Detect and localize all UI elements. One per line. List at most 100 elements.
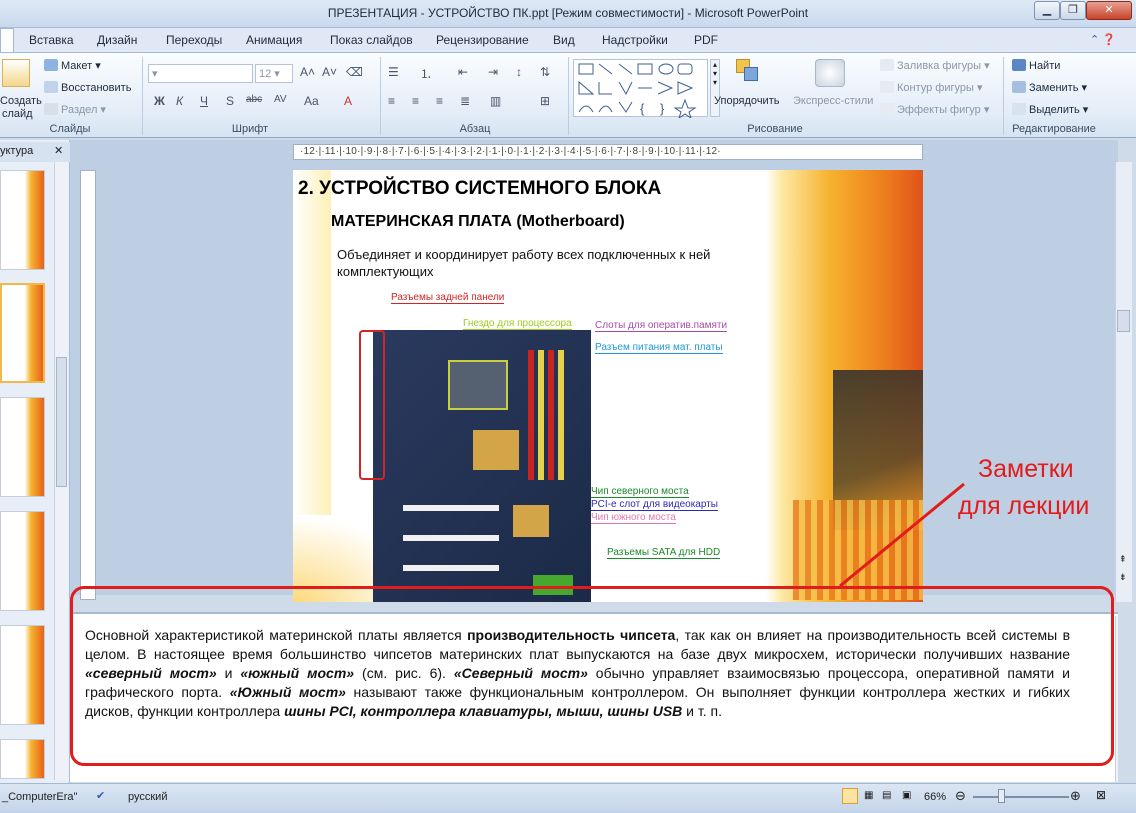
slide-thumbnail[interactable]: [0, 397, 45, 497]
quick-styles-icon[interactable]: [815, 59, 845, 87]
select-button[interactable]: Выделить ▾: [1012, 103, 1088, 116]
bullets-icon[interactable]: ☰: [388, 65, 399, 79]
strikethrough-button[interactable]: abc: [246, 94, 262, 105]
text-direction-icon[interactable]: ⇅: [540, 65, 550, 79]
section-label: Раздел: [61, 104, 98, 116]
tab-insert[interactable]: Вставка: [29, 33, 74, 47]
motherboard-image: [359, 330, 591, 602]
grow-font-icon[interactable]: A˄: [300, 65, 315, 79]
tab-design[interactable]: Дизайн: [97, 33, 137, 47]
tab-home[interactable]: [0, 28, 14, 52]
quick-styles-button[interactable]: Экспресс-стили: [793, 95, 873, 107]
tab-slideshow[interactable]: Показ слайдов: [330, 33, 413, 47]
replace-button[interactable]: Заменить ▾: [1012, 81, 1087, 94]
shrink-font-icon[interactable]: A˅: [322, 65, 337, 79]
select-label: Выделить: [1029, 104, 1080, 116]
indent-icon[interactable]: ⇤: [458, 65, 468, 79]
outline-tab[interactable]: уктура: [0, 145, 33, 157]
justify-icon[interactable]: ≣: [460, 94, 470, 108]
tab-animation[interactable]: Анимация: [246, 33, 302, 47]
tab-review[interactable]: Рецензирование: [436, 33, 529, 47]
slide-thumbnail[interactable]: [0, 170, 45, 270]
slide-scroll-thumb[interactable]: [1117, 310, 1130, 332]
language-indicator[interactable]: русский: [128, 791, 167, 803]
shadow-button[interactable]: S: [226, 94, 234, 108]
zoom-slider-thumb[interactable]: [998, 789, 1005, 803]
shape-fill-button[interactable]: Заливка фигуры ▾: [880, 59, 990, 72]
restore-button[interactable]: ❐: [1060, 1, 1086, 20]
tab-view[interactable]: Вид: [553, 33, 575, 47]
reading-view-icon[interactable]: ▤: [882, 790, 891, 801]
slide-thumbnail[interactable]: [0, 511, 45, 611]
arrange-icon[interactable]: [734, 59, 764, 87]
arrange-button[interactable]: Упорядочить: [714, 95, 779, 107]
new-slide-button[interactable]: Создать: [0, 95, 42, 107]
slide-canvas[interactable]: 2. УСТРОЙСТВО СИСТЕМНОГО БЛОКА МАТЕРИНСК…: [293, 170, 923, 602]
layout-button[interactable]: Макет ▾: [44, 59, 101, 72]
new-slide-icon[interactable]: [2, 59, 30, 87]
new-slide-label[interactable]: слайд: [2, 108, 33, 120]
align-left-icon[interactable]: ≡: [388, 94, 395, 108]
help-icon[interactable]: ⌃ ❓: [1090, 33, 1116, 46]
slideshow-view-icon[interactable]: ▣: [902, 790, 911, 801]
find-button[interactable]: Найти: [1012, 59, 1060, 72]
font-color-button[interactable]: A: [344, 94, 352, 108]
close-button[interactable]: ✕: [1086, 1, 1132, 20]
font-name-combo[interactable]: ▾: [148, 64, 253, 83]
line-spacing-icon[interactable]: ↕: [516, 65, 522, 79]
section-button[interactable]: Раздел ▾: [44, 103, 106, 116]
zoom-level[interactable]: 66%: [924, 791, 946, 803]
cpu-socket: [448, 360, 508, 410]
callout-rear-panel: Разъемы задней панели: [391, 292, 505, 304]
minimize-button[interactable]: ▁: [1034, 1, 1060, 20]
smartart-icon[interactable]: ⊞: [540, 94, 550, 108]
reset-button[interactable]: Восстановить: [44, 81, 131, 94]
case-button[interactable]: Aa: [304, 94, 319, 108]
panel-scroll-thumb[interactable]: [56, 357, 67, 487]
heading-text: УСТРОЙСТВО СИСТЕМНОГО БЛОКА: [319, 178, 662, 199]
shape-effects-label: Эффекты фигур: [897, 104, 981, 116]
layout-label: Макет: [61, 60, 93, 72]
next-slide-icon[interactable]: ⇟: [1119, 572, 1127, 583]
editing-group-label: Редактирование: [1012, 123, 1096, 135]
clear-format-icon[interactable]: ⌫: [346, 65, 363, 79]
tab-pdf[interactable]: PDF: [694, 33, 718, 47]
slide-thumbnail-selected[interactable]: [0, 283, 45, 383]
fit-to-window-icon[interactable]: ⊠: [1096, 788, 1106, 802]
numbering-icon[interactable]: ⒈: [420, 65, 432, 82]
callout-northbridge: Чип северного моста: [591, 486, 689, 498]
zoom-in-icon[interactable]: ⊕: [1070, 788, 1081, 804]
prev-slide-icon[interactable]: ⇞: [1119, 554, 1127, 565]
tab-addins[interactable]: Надстройки: [602, 33, 668, 47]
ram-slot: [538, 350, 544, 480]
callout-southbridge: Чип южного моста: [591, 512, 676, 524]
spellcheck-icon[interactable]: ✔: [96, 789, 105, 802]
shapes-gallery[interactable]: { }: [573, 59, 708, 120]
gallery-scroll[interactable]: ▴ ▾ ▾: [710, 59, 720, 117]
panel-scrollbar[interactable]: [54, 162, 68, 780]
underline-button[interactable]: Ч: [200, 94, 208, 108]
slide-thumbnail[interactable]: [0, 739, 45, 779]
notes-scrollbar[interactable]: [1115, 616, 1118, 782]
vertical-ruler: [80, 170, 96, 600]
slide-scrollbar[interactable]: ⇞ ⇟: [1115, 162, 1132, 602]
italic-button[interactable]: К: [176, 94, 183, 108]
columns-icon[interactable]: ▥: [490, 94, 501, 108]
sorter-view-icon[interactable]: ▦: [864, 790, 873, 801]
zoom-slider[interactable]: [973, 796, 1069, 798]
align-center-icon[interactable]: ≡: [412, 94, 419, 108]
shape-outline-button[interactable]: Контур фигуры ▾: [880, 81, 983, 94]
close-panel-icon[interactable]: ✕: [54, 144, 63, 157]
effects-icon: [880, 103, 894, 115]
normal-view-icon[interactable]: [842, 788, 858, 804]
zoom-out-icon[interactable]: ⊖: [955, 788, 966, 804]
reset-label: Восстановить: [61, 82, 132, 94]
spacing-button[interactable]: AV: [274, 94, 287, 105]
font-size-combo[interactable]: 12 ▾: [255, 64, 293, 83]
tab-transitions[interactable]: Переходы: [166, 33, 222, 47]
align-right-icon[interactable]: ≡: [436, 94, 443, 108]
shape-effects-button[interactable]: Эффекты фигур ▾: [880, 103, 989, 116]
slide-thumbnail[interactable]: [0, 625, 45, 725]
outdent-icon[interactable]: ⇥: [488, 65, 498, 79]
bold-button[interactable]: Ж: [154, 94, 165, 108]
